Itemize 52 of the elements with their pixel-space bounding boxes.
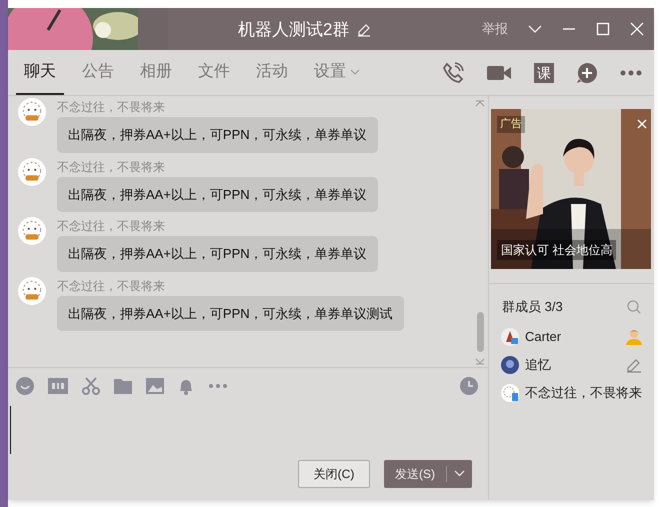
chevron-down-icon xyxy=(350,68,360,74)
member-row[interactable]: 不念过往，不畏将来 xyxy=(489,378,654,406)
member-row[interactable]: 追忆 xyxy=(489,350,654,378)
scissors-icon[interactable] xyxy=(82,377,100,395)
maximize-icon[interactable] xyxy=(596,22,610,36)
message-bubble: 出隔夜，押券AA+以上，可PPN，可永续，单券单议测试 xyxy=(57,296,404,331)
avatar-icon xyxy=(18,217,46,245)
bell-icon[interactable] xyxy=(178,377,194,395)
sender-name: 不念过往，不畏将来 xyxy=(57,99,166,115)
avatar-icon xyxy=(18,98,46,126)
sender-name: 不念过往，不畏将来 xyxy=(57,158,166,174)
video-camera-icon[interactable] xyxy=(486,63,512,83)
avatar-icon xyxy=(501,384,519,402)
scrollbar-thumb[interactable] xyxy=(477,312,484,352)
report-button[interactable]: 举报 xyxy=(482,19,508,38)
avatar-icon xyxy=(501,328,519,346)
tab[interactable]: 聊天 xyxy=(16,50,64,95)
close-button[interactable]: 关闭(C) xyxy=(298,460,370,488)
avatar-icon xyxy=(18,276,46,304)
course-button[interactable]: 课 xyxy=(534,63,554,83)
person-icon xyxy=(626,328,642,344)
tab[interactable]: 文件 xyxy=(190,50,238,95)
phone-icon[interactable] xyxy=(442,62,464,84)
add-chat-icon[interactable] xyxy=(576,62,598,84)
sender-name: 不念过往，不畏将来 xyxy=(57,278,166,294)
member-row[interactable]: Carter xyxy=(489,322,654,350)
more-icon[interactable] xyxy=(208,383,228,389)
image-icon[interactable] xyxy=(146,378,164,394)
message-bubble: 出隔夜，押券AA+以上，可PPN，可永续，单券单议 xyxy=(57,117,378,152)
scroll-up-icon[interactable] xyxy=(475,100,485,107)
window-title: 机器人测试2群 xyxy=(238,19,350,41)
folder-icon[interactable] xyxy=(114,378,132,394)
scroll-down-icon[interactable] xyxy=(475,358,485,365)
tab[interactable]: 公告 xyxy=(74,50,122,95)
pencil-icon[interactable] xyxy=(357,22,372,37)
chevron-down-icon[interactable] xyxy=(528,24,542,34)
tab[interactable]: 活动 xyxy=(248,50,296,95)
close-icon[interactable] xyxy=(630,22,644,36)
tab[interactable]: 设置 xyxy=(306,50,368,95)
avatar-icon xyxy=(18,158,46,186)
tab[interactable]: 相册 xyxy=(132,50,180,95)
clock-icon[interactable] xyxy=(460,377,478,395)
pencil-icon xyxy=(626,356,642,372)
emoji-icon[interactable] xyxy=(16,377,34,395)
sender-name: 不念过往，不畏将来 xyxy=(57,218,166,234)
close-icon[interactable] xyxy=(637,119,647,129)
member-count: 群成员 3/3 xyxy=(502,298,563,316)
more-icon[interactable] xyxy=(620,70,642,76)
message-bubble: 出隔夜，押券AA+以上，可PPN，可永续，单券单议 xyxy=(57,176,378,212)
search-icon[interactable] xyxy=(627,300,641,314)
message-bubble: 出隔夜，押券AA+以上，可PPN，可永续，单券单议 xyxy=(57,236,378,272)
avatar-icon xyxy=(501,356,519,374)
